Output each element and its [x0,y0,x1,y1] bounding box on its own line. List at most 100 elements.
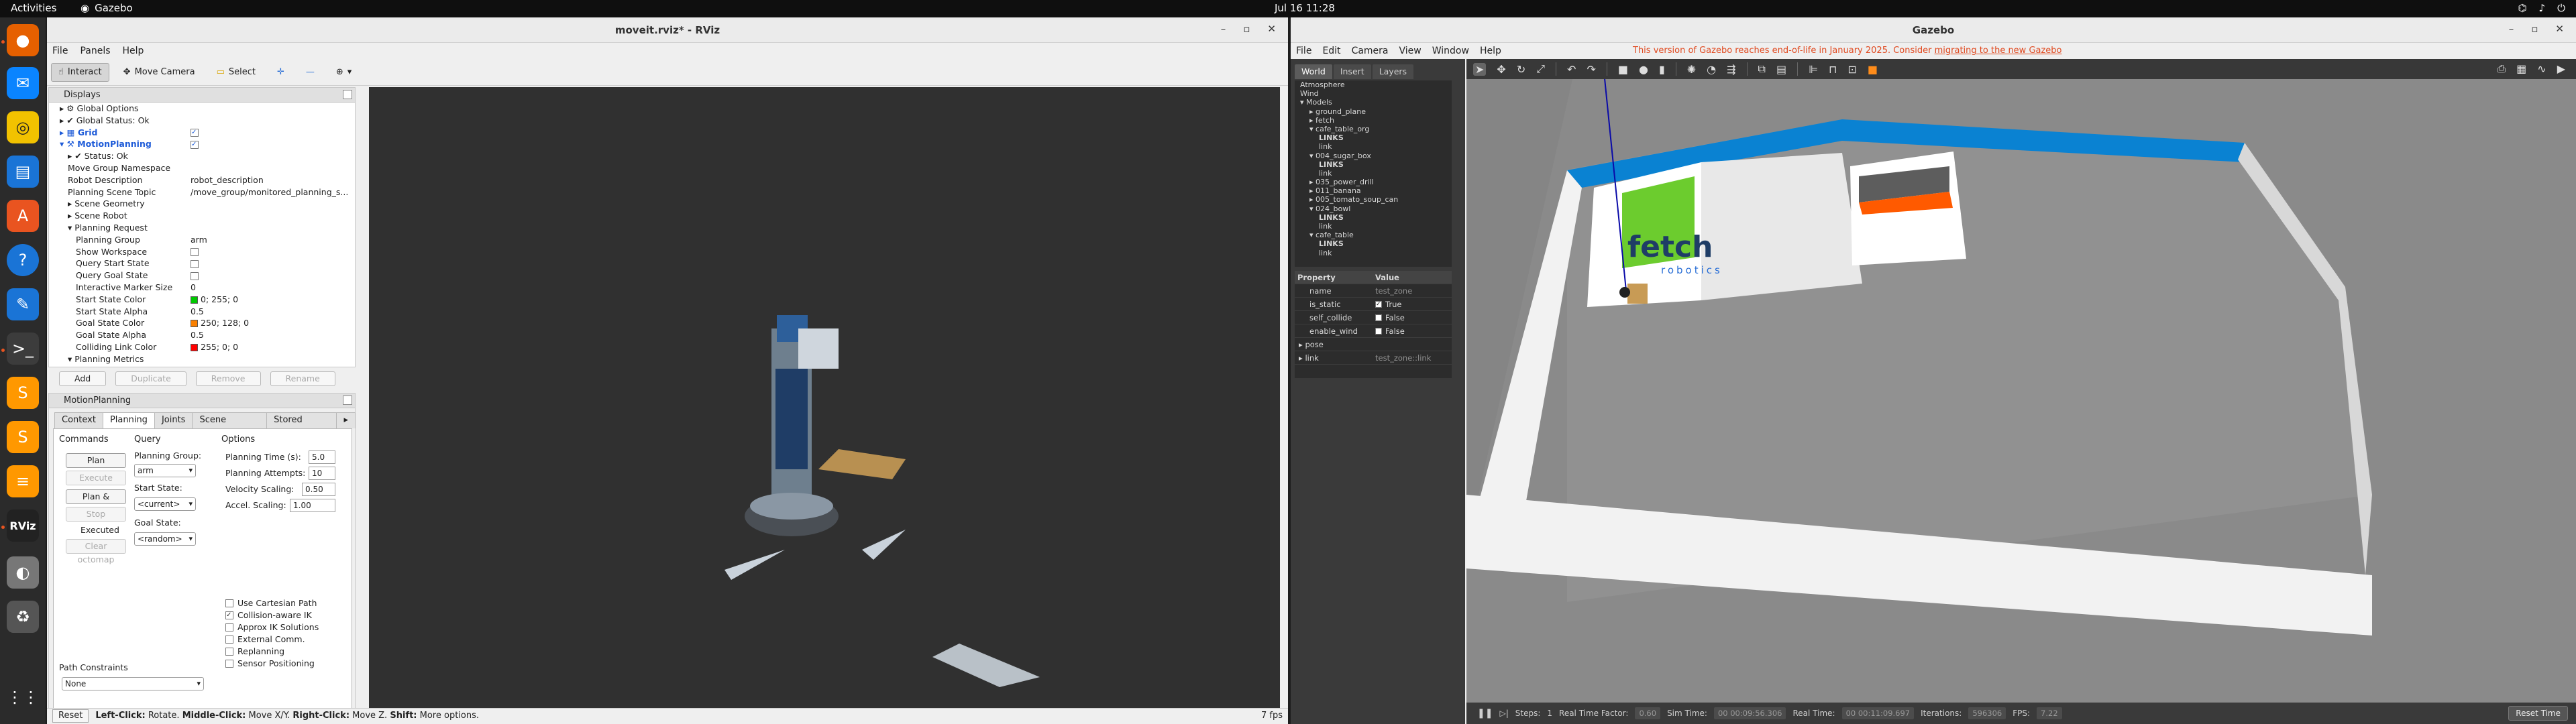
clear-octomap-button[interactable]: Clear octomap [66,539,126,564]
libreoffice-writer-icon[interactable]: ▤ [7,156,39,188]
tab-scroll-right[interactable]: ▸ [336,412,356,428]
property-value[interactable]: False [1375,311,1452,324]
chevron-right-icon[interactable]: ▸ [1309,107,1316,116]
execute-button[interactable]: Execute [66,471,126,485]
display-row[interactable]: Robot Description robot_description [49,174,355,186]
display-value[interactable]: 0; 255; 0 [191,294,238,306]
display-value[interactable]: /move_group/monitored_planning_s... [191,186,348,198]
display-value[interactable]: 0.5 [191,306,204,318]
property-row[interactable]: name test_zone [1295,284,1452,298]
world-tree-item[interactable]: ▸ fetch [1295,116,1452,125]
text-editor-icon[interactable]: ✎ [7,288,39,320]
align-icon[interactable]: ⊫ [1809,63,1818,76]
chevron-down-icon[interactable]: ▾ [1309,204,1316,213]
display-value[interactable]: ✓ [191,138,199,150]
goal-state-select[interactable]: <random> [134,532,196,546]
display-row[interactable]: Goal State Alpha 0.5 [49,329,355,341]
trash-icon[interactable]: ♻ [7,601,39,633]
world-tree-item[interactable]: LINKS [1295,160,1452,169]
close-panel-icon[interactable] [343,90,352,99]
property-row[interactable]: ▸ pose [1295,338,1452,351]
display-row[interactable]: Interactive Marker Size 0 [49,282,355,294]
world-tree-item[interactable]: Atmosphere [1295,80,1452,89]
chevron-down-icon[interactable]: ▾ [1300,98,1306,107]
planning-group-select[interactable]: arm [134,464,196,477]
displays-tree[interactable]: ▸ ⚙ Global Options ▸ ✔ Global Status: Ok ▸… [49,103,355,365]
planning-time-spinbox[interactable]: 5.0 [309,450,335,464]
close-panel-icon[interactable] [343,396,352,405]
chevron-down-icon[interactable]: ▾ [1309,152,1316,160]
tab-context[interactable]: Context [54,412,103,428]
display-row[interactable]: Planning Scene Topic/move_group/monitore… [49,186,355,198]
menu-help[interactable]: Help [1480,43,1501,59]
display-checkbox[interactable]: ✓ [191,129,199,137]
tab-world[interactable]: World [1295,64,1332,79]
measure-button[interactable]: — [299,63,322,82]
world-tree-item[interactable]: ▸ ground_plane [1295,107,1452,116]
display-row[interactable]: ▾ Planning Request [49,222,355,234]
rotate-mode-icon[interactable]: ↻ [1517,63,1525,76]
world-tree-item[interactable]: link [1295,169,1452,178]
display-row[interactable]: Planning Group arm [49,234,355,246]
property-value[interactable]: test_zone [1375,284,1452,297]
world-tree-item[interactable]: ▾ Models [1295,98,1452,107]
plot-icon[interactable]: ∿ [2537,62,2546,76]
translate-mode-icon[interactable]: ✥ [1497,63,1505,76]
display-row[interactable]: Move Group Namespace [49,162,355,174]
world-tree-item[interactable]: LINKS [1295,213,1452,222]
checkbox-box[interactable] [225,647,233,656]
chevron-down-icon[interactable]: ▾ [1309,125,1316,133]
clock[interactable]: Jul 16 11:28 [1275,2,1335,14]
world-tree-item[interactable]: ▾ 024_bowl [1295,204,1452,213]
world-tree-item[interactable]: ▸ 005_tomato_soup_can [1295,195,1452,204]
chevron-right-icon[interactable]: ▸ [60,115,66,125]
step-icon[interactable]: ▷| [1499,709,1508,718]
tab-scene-objects[interactable]: Scene Objects [192,412,268,440]
change-view-icon[interactable]: ⊡ [1848,63,1857,76]
property-row[interactable]: enable_wind False [1295,324,1452,338]
spot-light-icon[interactable]: ◔ [1707,63,1716,76]
display-row[interactable]: ▸ Scene Geometry [49,198,355,210]
path-constraints-select[interactable]: None [62,677,204,690]
world-tree[interactable]: Atmosphere Wind ▾ Models ▸ ground_plane ▸ fe… [1295,80,1452,267]
world-tree-item[interactable]: link [1295,249,1452,257]
option-checkbox[interactable]: Sensor Positioning [225,658,315,668]
display-row[interactable]: Query Goal State [49,269,355,282]
property-row[interactable]: ▸ link test_zone::link [1295,351,1452,365]
chevron-right-icon[interactable]: ▸ [1309,178,1316,186]
system-tray[interactable]: ⌬ ♪ ⏻ [2518,2,2565,14]
world-tree-item[interactable]: ▾ cafe_table [1295,231,1452,239]
show-apps-icon[interactable]: ⋮⋮ [7,681,39,713]
tab-layers[interactable]: Layers [1372,64,1414,79]
property-row[interactable]: is_static ✓ True [1295,298,1452,311]
display-value[interactable]: ✓ [191,127,199,139]
rviz-icon[interactable]: RViz [7,509,39,542]
menu-file[interactable]: File [52,43,68,59]
property-checkbox[interactable]: ✓ [1375,300,1382,308]
property-checkbox[interactable] [1375,327,1382,335]
redo-icon[interactable]: ↷ [1587,63,1595,76]
chevron-right-icon[interactable]: ▸ [68,198,74,208]
chevron-down-icon[interactable]: ▾ [60,139,67,149]
rename-display-button[interactable]: Rename [270,371,335,386]
checkbox-box[interactable] [225,659,233,668]
option-checkbox[interactable]: Approx IK Solutions [225,622,319,632]
copy-icon[interactable]: ⧉ [1758,62,1766,76]
display-checkbox[interactable] [191,272,199,280]
menu-window[interactable]: Window [1432,43,1469,59]
property-value[interactable]: False [1375,324,1452,337]
cylinder-shape-icon[interactable]: ▮ [1659,63,1665,76]
menu-panels[interactable]: Panels [80,43,110,59]
box-shape-icon[interactable]: ■ [1618,63,1628,76]
velocity-scaling-spinbox[interactable]: 0.50 [302,483,335,496]
directional-light-icon[interactable]: ⇶ [1727,63,1735,76]
world-tree-item[interactable]: link [1295,142,1452,151]
option-checkbox[interactable]: Use Cartesian Path [225,598,317,608]
add-display-button[interactable]: Add [59,371,107,386]
chevron-down-icon[interactable]: ▾ [68,223,74,233]
display-row[interactable]: ▸ ⚙ Global Options [49,103,355,115]
chevron-right-icon[interactable]: ▸ [1309,116,1316,125]
snap-icon[interactable]: ⊓ [1829,63,1837,76]
display-value[interactable]: 0 [191,282,196,294]
display-checkbox[interactable] [191,259,199,268]
